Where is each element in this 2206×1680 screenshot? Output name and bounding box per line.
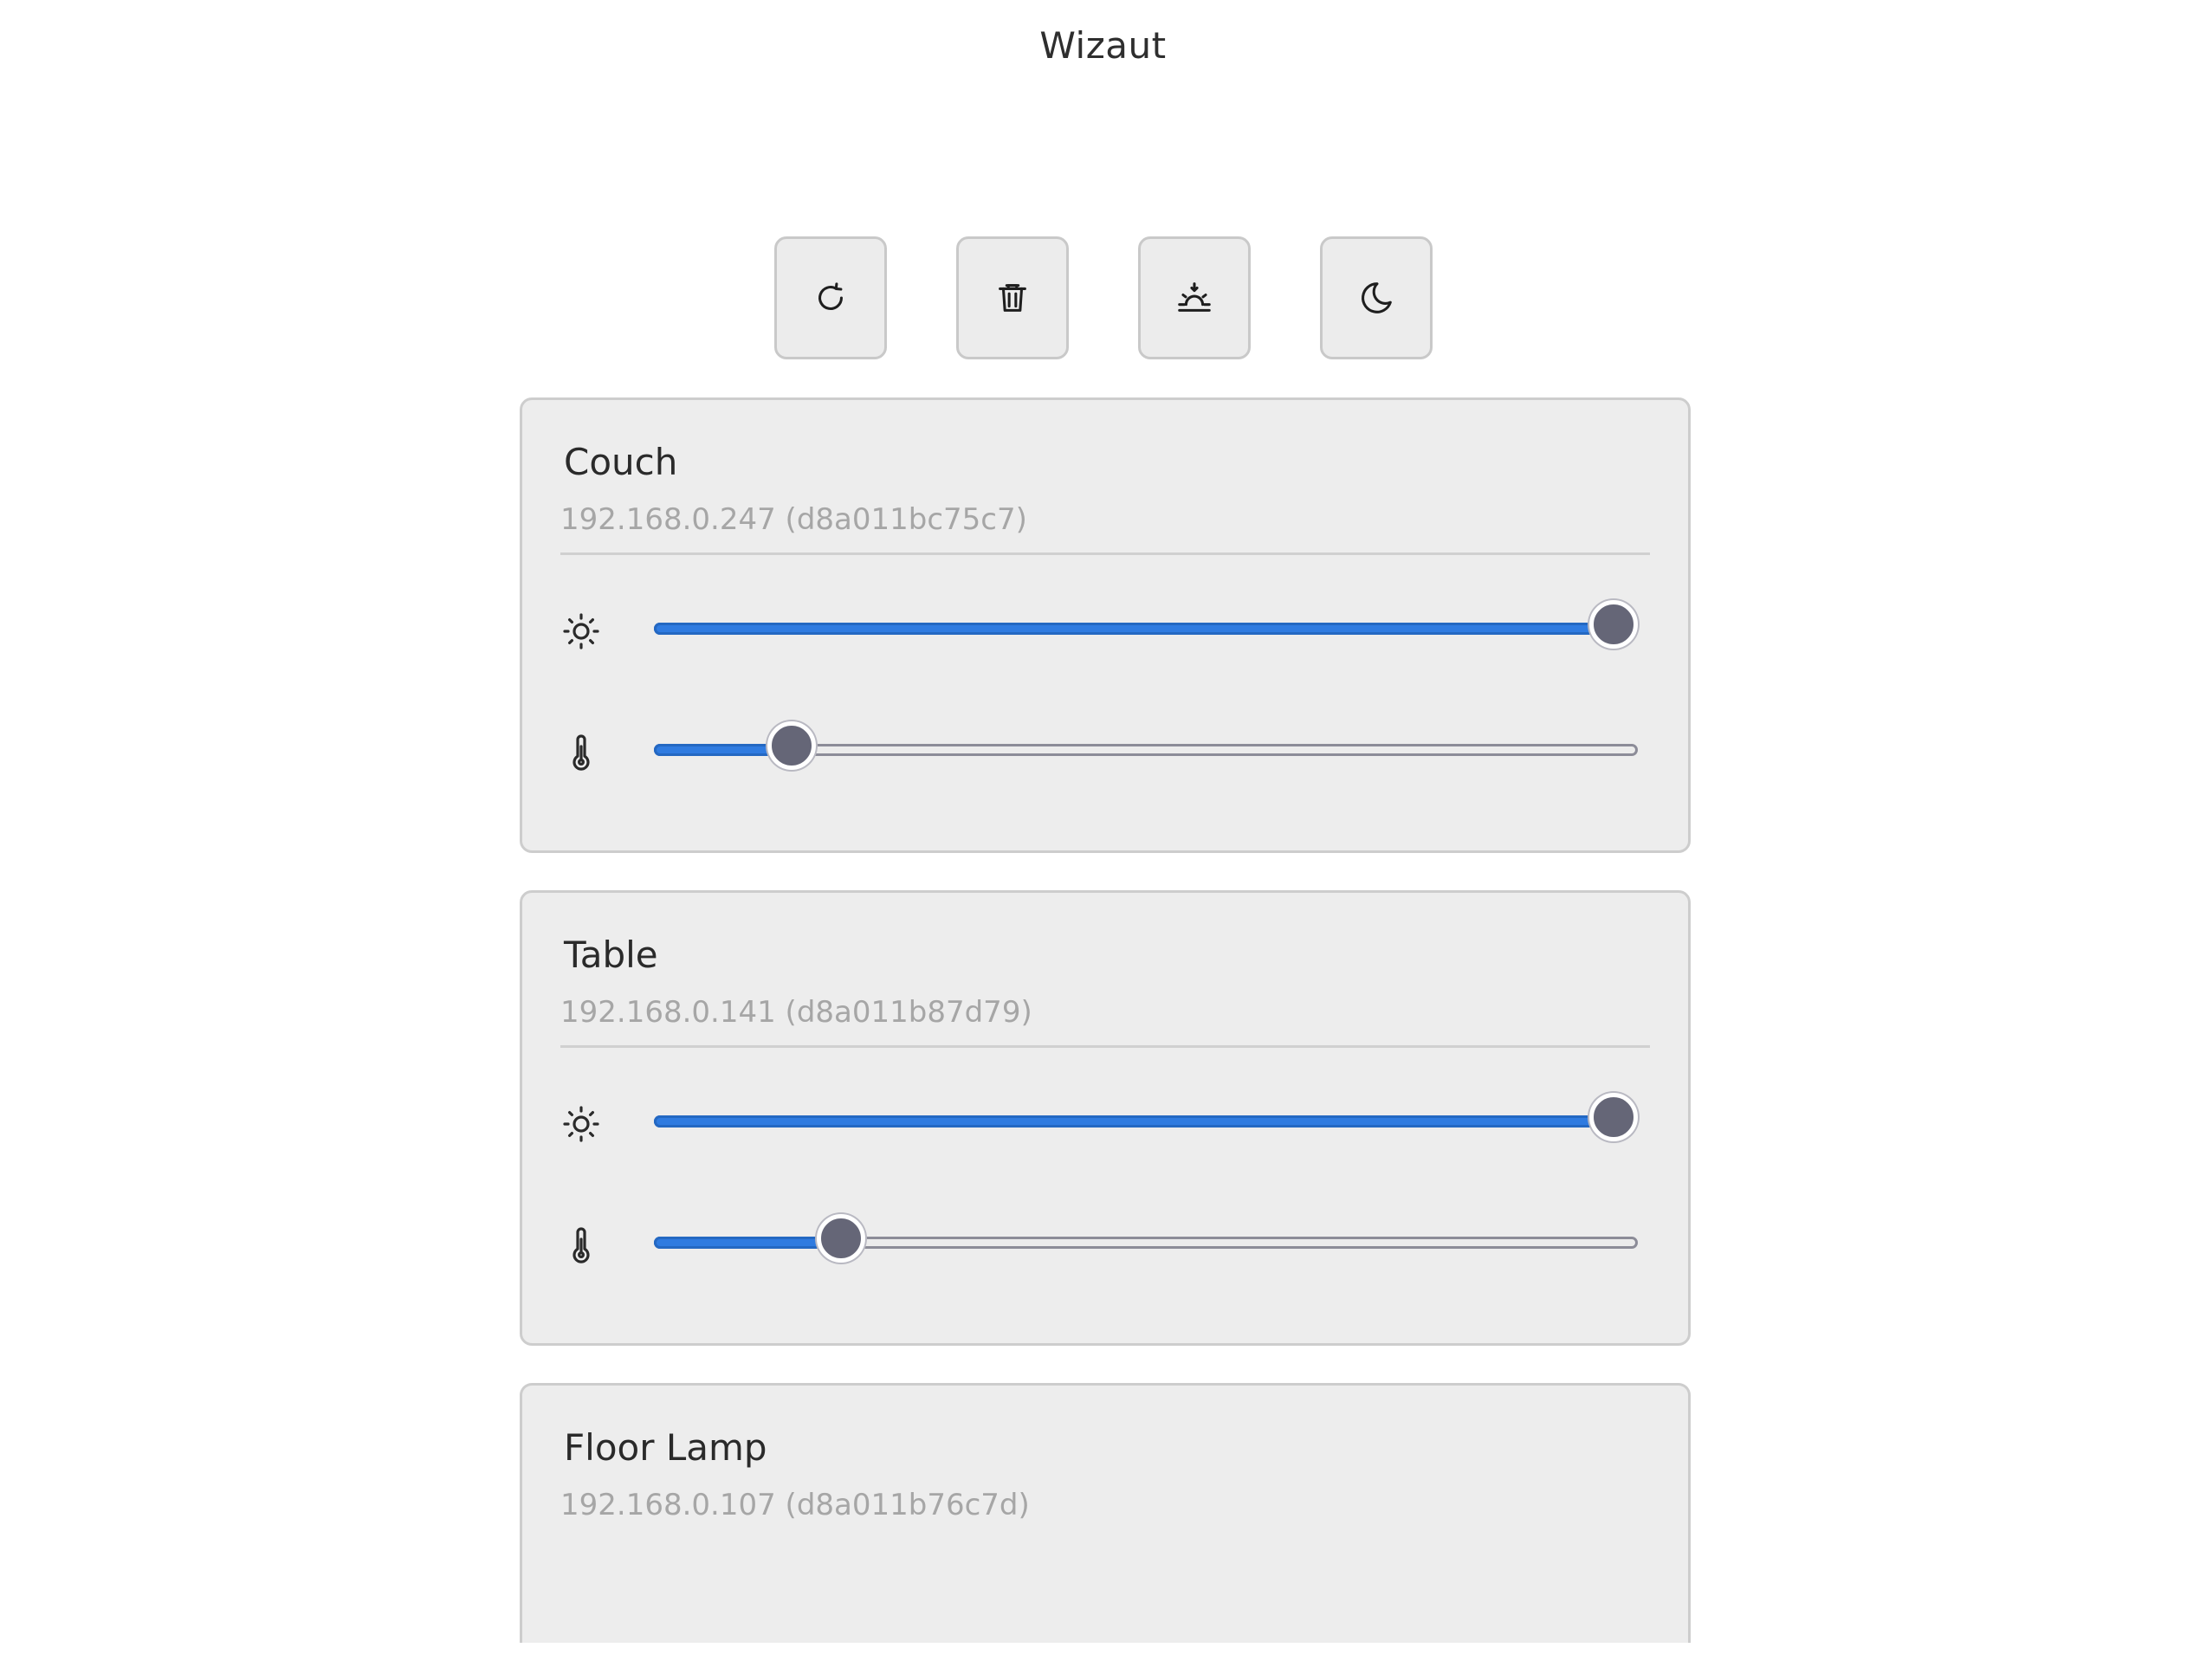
temperature-slider[interactable] [654,1214,1638,1263]
device-address: 192.168.0.107 (d8a011b76c7d) [560,1488,1030,1522]
refresh-icon [818,282,843,310]
slider-fill [654,623,1638,635]
brightness-icon [560,1103,602,1145]
slider-thumb[interactable] [1589,600,1638,649]
night-mode-button[interactable] [1319,236,1433,359]
card-divider [560,1045,1650,1048]
device-card-table: Table 192.168.0.141 (d8a011b87d79) [520,890,1691,1346]
device-list: Couch 192.168.0.247 (d8a011bc75c7) Table… [520,397,1691,1680]
slider-fill [654,1115,1638,1128]
device-name: Floor Lamp [564,1426,767,1469]
device-address: 192.168.0.247 (d8a011bc75c7) [560,502,1027,537]
sunrise-button[interactable] [1137,236,1251,359]
thermometer-icon [560,1224,602,1266]
slider-thumb[interactable] [1589,1093,1638,1141]
brightness-row [560,571,1650,692]
moon-icon [1361,282,1392,313]
sunrise-icon [1177,282,1211,312]
device-name: Couch [564,441,678,483]
slider-fill [654,1237,841,1249]
temperature-row [560,692,1650,813]
slider-thumb[interactable] [767,721,817,770]
brightness-row [560,1063,1650,1185]
app-title: Wizaut [1039,24,1167,67]
temperature-slider[interactable] [654,721,1638,770]
trash-icon [998,284,1026,312]
refresh-button[interactable] [773,236,887,359]
thermometer-icon [560,732,602,773]
brightness-slider[interactable] [654,1093,1638,1141]
brightness-slider[interactable] [654,600,1638,649]
brightness-icon [560,611,602,652]
card-divider [560,552,1650,555]
delete-button[interactable] [955,236,1069,359]
slider-thumb[interactable] [816,1214,865,1263]
device-card-couch: Couch 192.168.0.247 (d8a011bc75c7) [520,397,1691,853]
device-address: 192.168.0.141 (d8a011b87d79) [560,995,1032,1030]
temperature-row [560,1185,1650,1306]
toolbar [0,236,2206,359]
device-name: Table [564,934,658,976]
device-card-floor-lamp: Floor Lamp 192.168.0.107 (d8a011b76c7d) [520,1383,1691,1643]
